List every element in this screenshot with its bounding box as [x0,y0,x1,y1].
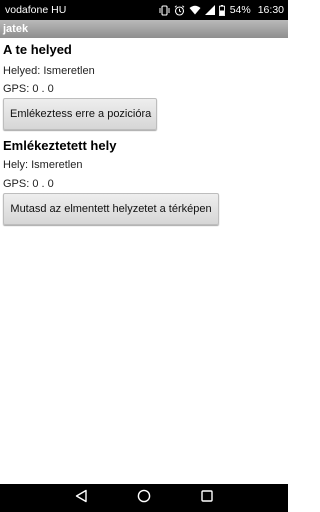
signal-icon [204,5,215,15]
home-icon [137,489,151,508]
app-title: jatek [3,23,29,35]
show-on-map-button[interactable]: Mutasd az elmentett helyzetet a térképen [3,193,219,225]
status-bar: vodafone HU 54% 16:30 [0,0,288,20]
current-location-title: A te helyed [3,42,72,57]
remember-position-button[interactable]: Emlékeztess erre a pozicióra [3,98,157,130]
recents-button[interactable] [193,484,221,512]
current-place-text: Helyed: Ismeretlen [3,65,95,77]
recents-icon [200,489,214,508]
saved-location-title: Emlékeztetett hely [3,138,117,153]
battery-percent: 54% [229,4,251,16]
battery-icon [218,4,225,16]
carrier-name: vodafone HU [5,4,67,16]
saved-place-text: Hely: Ismeretlen [3,159,83,171]
current-gps-text: GPS: 0 . 0 [3,83,54,95]
clock: 16:30 [257,4,284,16]
back-icon [74,489,88,508]
navigation-bar [0,484,288,512]
back-button[interactable] [67,484,95,512]
home-button[interactable] [130,484,158,512]
alarm-icon [174,4,185,16]
action-bar: jatek [0,20,288,38]
wifi-icon [189,5,201,15]
vibrate-icon [159,4,170,16]
saved-gps-text: GPS: 0 . 0 [3,178,54,190]
status-icons: 54% 16:30 [159,4,284,16]
